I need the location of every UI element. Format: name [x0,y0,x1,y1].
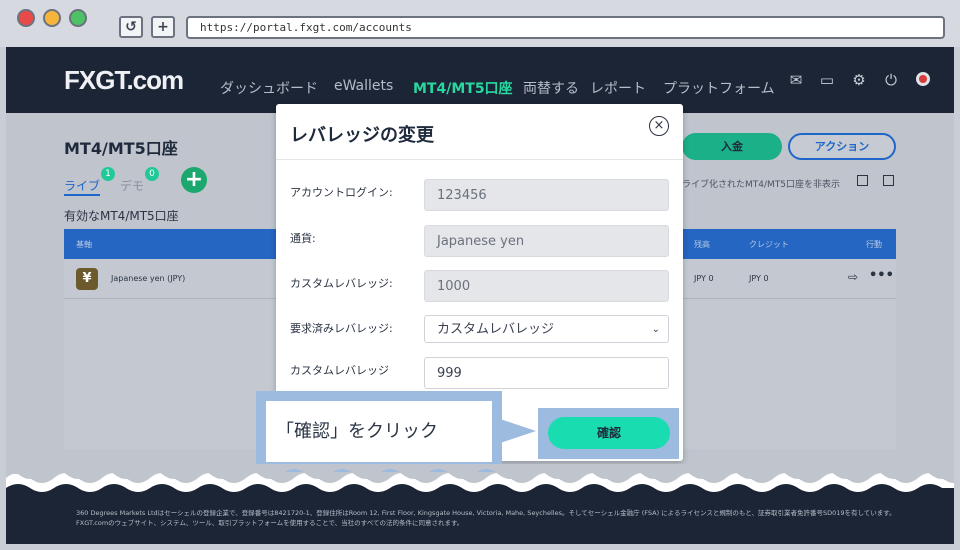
power-icon[interactable]: ⏻ [882,71,900,89]
tab-demo[interactable]: デモ [120,177,144,194]
new-tab-icon[interactable]: + [151,16,175,38]
app-viewport: FXGT.com ダッシュボード eWallets MT4/MT5口座 両替する… [6,47,954,544]
torn-edge-divider [6,464,954,494]
legal-disclaimer: 360 Degrees Markets Ltdはセーシェルの登録企業で、登録番号… [76,509,896,527]
nav-mt4-mt5-accounts[interactable]: MT4/MT5口座 [413,78,513,98]
current-leverage-field: 1000 [424,270,669,302]
nav-ewallets[interactable]: eWallets [334,78,393,94]
current-leverage-label: カスタムレバレッジ: [290,277,393,290]
mail-icon[interactable]: ✉ [787,71,805,89]
custom-leverage-label: カスタムレバレッジ [290,364,389,377]
more-options-icon[interactable]: ••• [869,268,894,283]
secondary-checkbox[interactable] [883,175,894,186]
demo-count-badge: 0 [145,167,159,181]
active-accounts-heading: 有効なMT4/MT5口座 [64,209,179,223]
requested-leverage-label: 要求済みレバレッジ: [290,322,393,335]
yen-currency-icon: ¥ [76,268,98,290]
legal-footer: 360 Degrees Markets Ltdはセーシェルの登録企業で、登録番号… [6,494,954,544]
balance-cell: JPY 0 [694,274,714,283]
close-icon[interactable]: × [649,116,669,136]
hide-live-checkbox[interactable] [857,175,868,186]
ticket-icon[interactable]: ▭ [818,71,836,89]
nav-dashboard[interactable]: ダッシュボード [220,78,318,98]
column-currency: 基軸 [76,240,92,249]
currency-cell: Japanese yen (JPY) [111,274,186,283]
nav-reports[interactable]: レポート [590,78,646,98]
currency-field: Japanese yen [424,225,669,257]
currency-label: 通貨: [290,232,316,245]
nav-platforms[interactable]: プラットフォーム [663,78,775,98]
action-button[interactable]: アクション [788,133,896,160]
gear-icon[interactable]: ⚙ [850,71,868,89]
add-account-button[interactable]: + [181,167,207,193]
confirm-highlight: 確認 [538,408,679,459]
transfer-icon[interactable]: ⇨ [848,270,858,284]
modal-divider [276,159,683,160]
account-login-label: アカウントログイン: [290,186,393,199]
chevron-down-icon: ⌄ [651,324,660,335]
callout-arrow [500,419,536,443]
close-window-dot[interactable] [17,9,35,27]
requested-leverage-value: カスタムレバレッジ [437,322,555,337]
nav-exchange[interactable]: 両替する [523,78,579,98]
column-balance: 残高 [694,240,710,249]
fxgt-logo[interactable]: FXGT.com [64,65,184,96]
browser-toolbar: ↺ + https://portal.fxgt.com/accounts [0,0,960,47]
requested-leverage-select[interactable]: カスタムレバレッジ ⌄ [424,315,669,343]
confirm-button[interactable]: 確認 [548,417,670,449]
address-bar[interactable]: https://portal.fxgt.com/accounts [186,16,945,39]
hide-live-label: ライブ化されたMT4/MT5口座を非表示 [682,180,841,190]
page-title: MT4/MT5口座 [64,139,178,158]
browser-window: ↺ + https://portal.fxgt.com/accounts FXG… [0,0,960,550]
account-login-field: 123456 [424,179,669,211]
tab-live[interactable]: ライブ [64,177,101,196]
column-credit: クレジット [749,240,789,249]
reload-icon[interactable]: ↺ [119,16,143,38]
status-icon [914,71,932,89]
callout-text: 「確認」をクリック [266,401,492,462]
live-count-badge: 1 [101,167,115,181]
modal-title: レバレッジの変更 [290,125,434,146]
column-action: 行動 [866,240,882,249]
deposit-button[interactable]: 入金 [682,133,782,160]
minimize-window-dot[interactable] [43,9,61,27]
custom-leverage-input[interactable]: 999 [424,357,669,389]
credit-cell: JPY 0 [749,274,769,283]
maximize-window-dot[interactable] [69,9,87,27]
instruction-callout: 「確認」をクリック [256,391,502,472]
